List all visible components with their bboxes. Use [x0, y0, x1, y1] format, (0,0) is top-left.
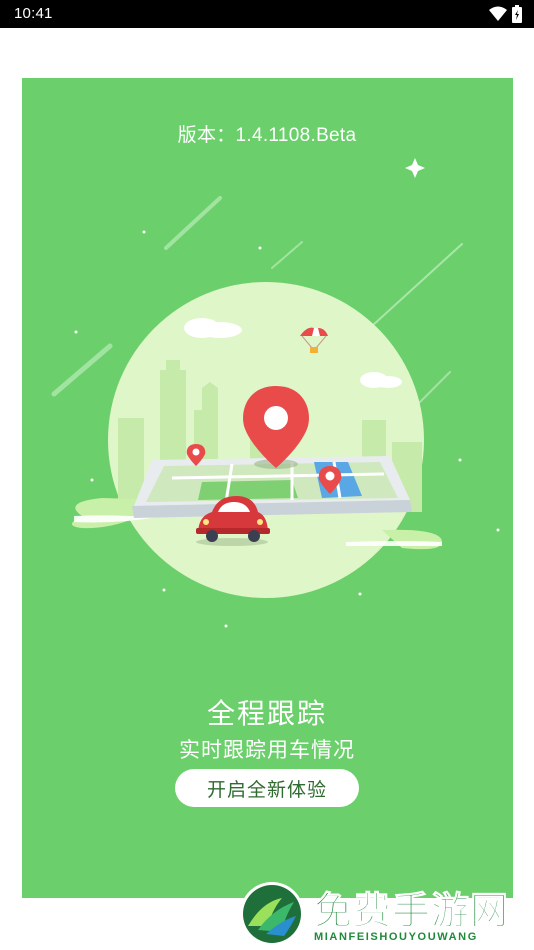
status-time: 10:41	[14, 5, 53, 22]
mountain-logo-icon	[240, 882, 304, 946]
tracking-illustration	[51, 158, 500, 628]
watermark-title: 免费手游网	[313, 891, 510, 934]
battery-icon	[512, 5, 522, 23]
status-icons	[488, 5, 522, 23]
version-label: 版本：1.4.1108.Beta	[177, 125, 357, 146]
feature-subtitle: 实时跟踪用车情况	[179, 739, 355, 762]
wifi-icon	[488, 6, 507, 21]
watermark-subtitle: MIANFEISHOUYOUWANG	[314, 931, 478, 943]
start-experience-button[interactable]: 开启全新体验	[175, 769, 359, 807]
feature-title: 全程跟踪	[206, 698, 327, 729]
watermark: 免费手游网 MIANFEISHOUYOUWANG	[236, 878, 534, 950]
status-bar: 10:41	[0, 0, 534, 28]
